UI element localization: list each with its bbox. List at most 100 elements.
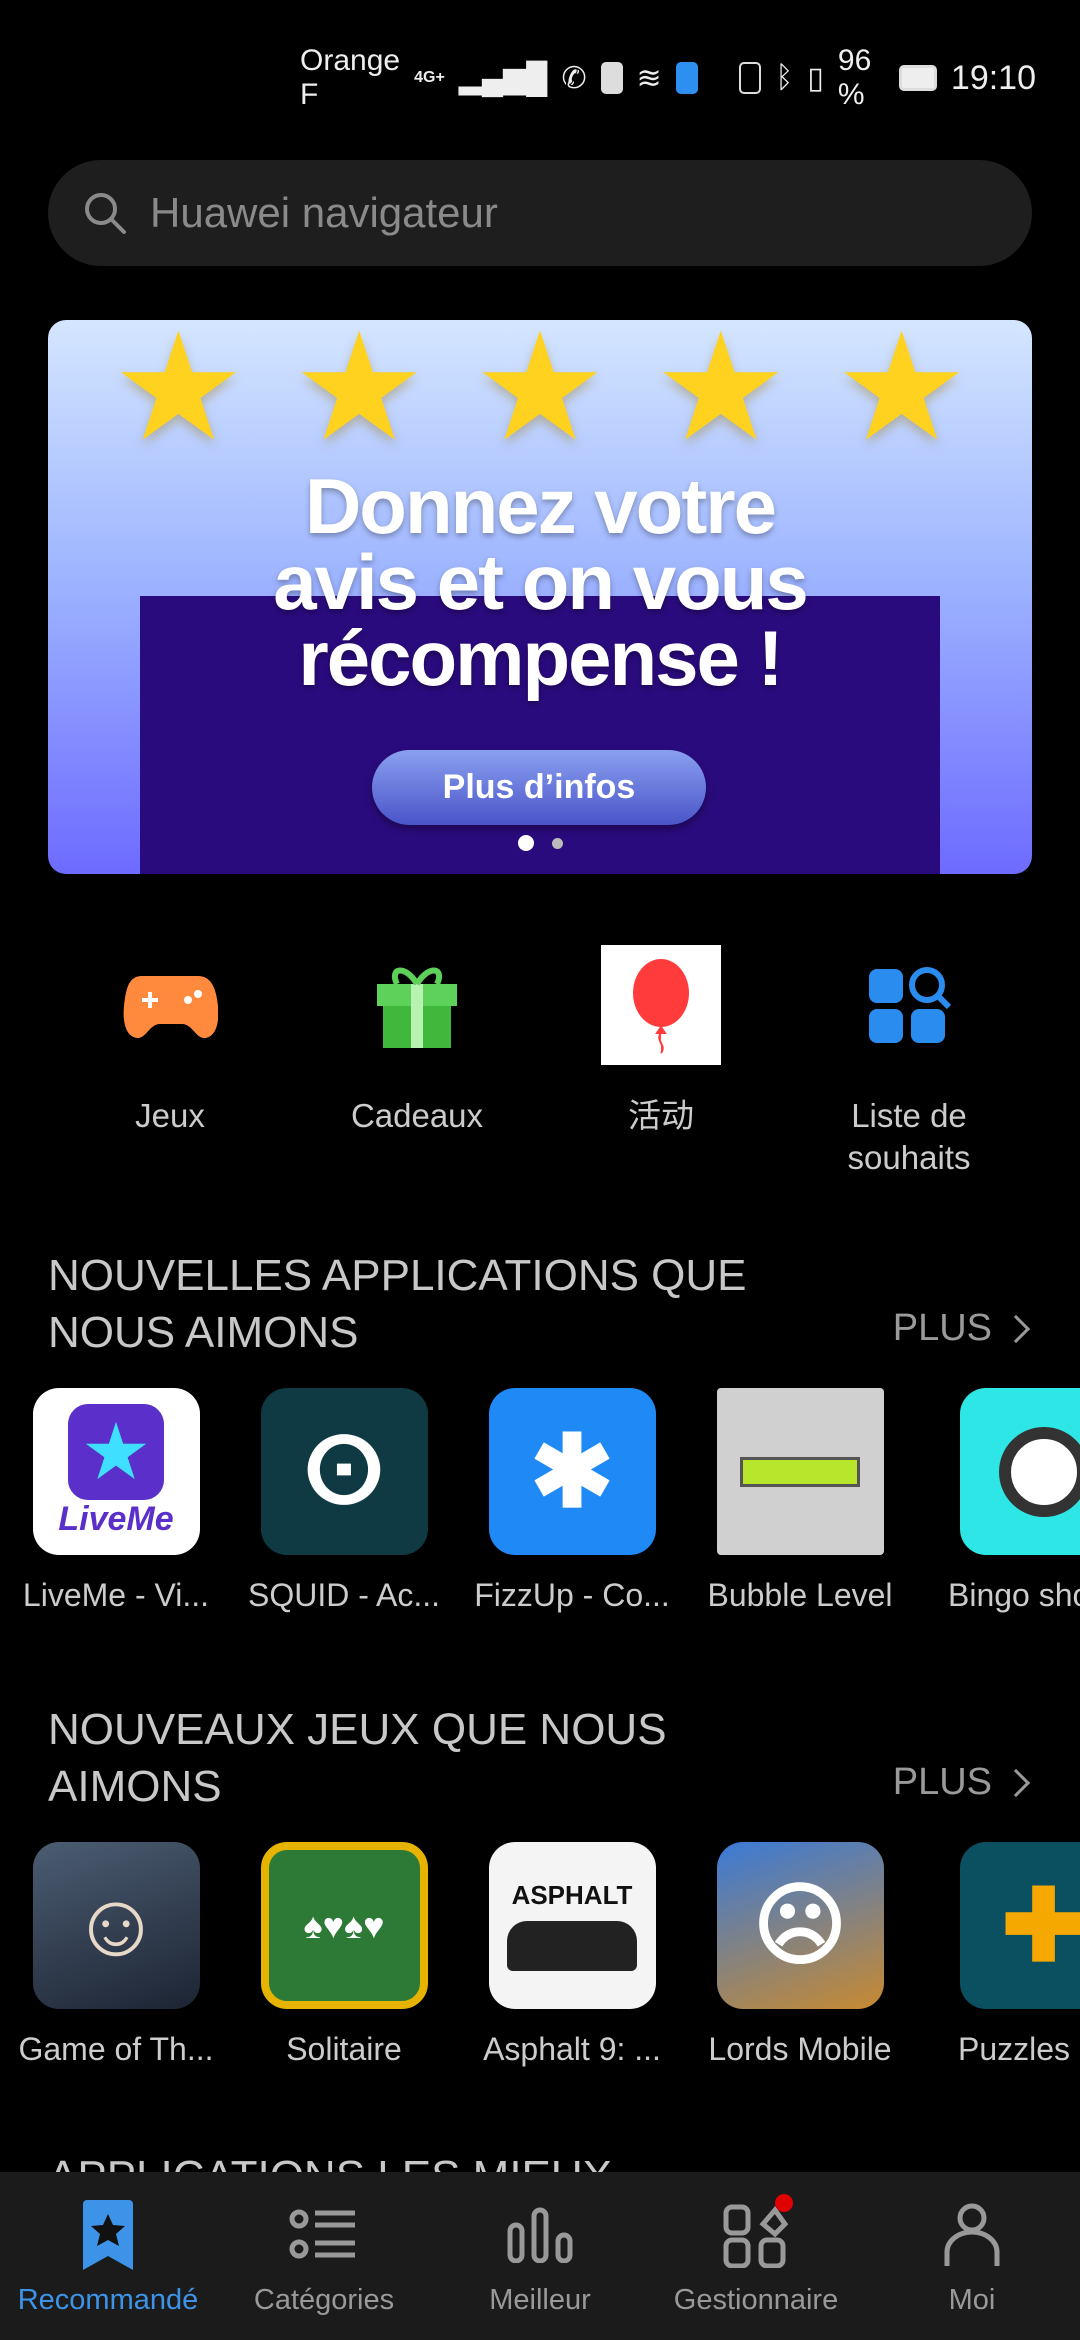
status-bar: Orange F 4G+ ▂▄▆█ ✆ ≋ ᛒ ▯ 96 % 19:10 [300,44,1036,111]
apps-manager-icon [723,2204,789,2268]
quick-link-label: 活动 [628,1097,694,1134]
star-icon: ★ [472,320,608,471]
app-item[interactable]: Bingo sho [928,1388,1080,1614]
battery-percent: 96 % [837,44,872,111]
network-type: 4G+ [414,69,445,86]
app-label: LiveMe - Vi... [22,1577,210,1613]
bar-chart-icon [507,2207,573,2263]
support-icon [675,62,698,94]
banner-title-line: Donnez votre [304,462,777,550]
search-input[interactable] [150,189,950,237]
more-info-button[interactable]: Plus d’infos [372,750,706,825]
app-item[interactable]: ☺ Game of Th... [16,1842,216,2068]
rating-stars: ★ ★ ★ ★ ★ [48,320,1032,462]
solitaire-app-icon: ♠♥♠♥ [260,1842,428,2009]
carousel-indicator [48,835,1032,851]
nav-me[interactable]: Moi [864,2172,1080,2340]
app-item[interactable]: ⵙ SQUID - Ac... [244,1388,444,1614]
app-label: Solitaire [286,2031,402,2067]
quick-link-wishlist[interactable]: Liste de souhaits [789,945,1029,1179]
game-of-thrones-app-icon: ☺ [32,1842,200,2009]
app-label: Lords Mobile [708,2031,892,2067]
nav-label: Catégories [253,2284,395,2316]
nav-label: Gestionnaire [673,2284,839,2316]
app-item[interactable]: ☹ Lords Mobile [700,1842,900,2068]
huawei-appgallery-icon [600,62,623,94]
person-icon [944,2203,1000,2266]
list-icon [289,2209,355,2259]
app-item[interactable]: ASPHALT Asphalt 9: ... [472,1842,672,2068]
gift-icon [357,945,477,1065]
quick-link-activities[interactable]: 活动 [541,945,781,1137]
star-icon: ★ [291,320,427,471]
signal-icon: ▂▄▆█ [458,61,548,95]
fizzup-app-icon: ✱ [488,1388,656,1555]
battery-icon [899,65,937,91]
app-label: Puzzles [958,2031,1071,2067]
nav-label: Meilleur [489,2284,591,2316]
bottom-nav: Recommandé Catégories Meilleur Gestionna… [0,2172,1080,2340]
game-row: ☺ Game of Th... ♠♥♠♥ Solitaire ASPHALT Asph… [0,1842,1080,2082]
app-item[interactable]: Bubble Level [700,1388,900,1614]
star-icon: ★ [834,320,969,471]
nfc-icon [739,62,762,94]
lords-mobile-app-icon: ☹ [716,1842,884,2009]
app-label: Asphalt 9: ... [483,2031,661,2067]
chevron-right-icon [1001,1314,1031,1343]
app-item[interactable]: ✱ FizzUp - Co... [472,1388,672,1614]
banner-title-line: avis et on vous [273,538,809,626]
gamepad-icon [110,945,230,1065]
wishlist-search-icon [849,945,969,1065]
quick-link-label: Cadeaux [350,1097,484,1134]
puzzles-app-icon: ✚ [960,1842,1080,2009]
nav-categories[interactable]: Catégories [216,2172,432,2340]
star-icon: ★ [111,320,246,471]
bubble-level-app-icon [716,1388,884,1555]
vibrate-icon: ▯ [807,61,824,95]
nav-label: Moi [948,2284,996,2316]
app-item[interactable]: ✚ Puzzles [928,1842,1080,2068]
carousel-dot[interactable] [551,837,563,849]
carrier: Orange F [300,44,401,111]
app-label: Game of Th... [18,2031,214,2067]
app-label: FizzUp - Co... [474,1577,670,1613]
more-label: PLUS [892,1307,992,1349]
app-row: ★ LiveMe LiveMe - Vi... ⵙ SQUID - Ac... ✱ Fi… [0,1388,1080,1628]
wifi-call-icon: ✆ [561,61,587,95]
clock: 19:10 [950,58,1036,97]
bluetooth-icon: ᛒ [775,61,794,94]
nav-recommended[interactable]: Recommandé [0,2172,216,2340]
star-icon: ★ [653,320,789,471]
chevron-right-icon [1001,1768,1031,1797]
nav-manager[interactable]: Gestionnaire [648,2172,864,2340]
more-button[interactable]: PLUS [892,1761,1031,1804]
nav-top[interactable]: Meilleur [432,2172,648,2340]
squid-app-icon: ⵙ [260,1388,428,1555]
section-title: NOUVEAUX JEUX QUE NOUS AIMONS [48,1705,667,1811]
quick-link-gifts[interactable]: Cadeaux [297,945,537,1137]
section-title: NOUVELLES APPLICATIONS QUE NOUS AIMONS [48,1251,747,1357]
search-bar[interactable] [48,160,1032,266]
app-item[interactable]: ♠♥♠♥ Solitaire [244,1842,444,2068]
search-icon [85,193,126,234]
bookmark-star-icon [83,2200,133,2270]
banner-title: Donnez votre avis et on vous récompense … [48,462,1032,702]
promo-banner[interactable]: ★ ★ ★ ★ ★ Donnez votre avis et on vous récom… [48,320,1032,874]
balloon-icon [601,945,721,1065]
app-item[interactable]: ★ LiveMe LiveMe - Vi... [16,1388,216,1614]
swiftkey-icon: ≋ [636,61,662,95]
quick-link-games[interactable]: Jeux [50,945,290,1137]
quick-link-label: Jeux [135,1097,205,1134]
notification-badge [775,2194,793,2212]
nav-label: Recommandé [17,2284,199,2316]
more-label: PLUS [892,1761,992,1803]
app-label: Bingo sho [948,1577,1080,1613]
carousel-dot-active[interactable] [517,835,534,851]
more-button[interactable]: PLUS [892,1307,1031,1350]
asphalt-app-icon: ASPHALT [488,1842,656,2009]
banner-title-line: récompense ! [298,614,783,702]
liveme-app-icon: ★ LiveMe [32,1388,200,1555]
quick-link-label: Liste de souhaits [847,1097,971,1176]
app-label: Bubble Level [707,1577,893,1613]
app-label: SQUID - Ac... [247,1577,441,1613]
